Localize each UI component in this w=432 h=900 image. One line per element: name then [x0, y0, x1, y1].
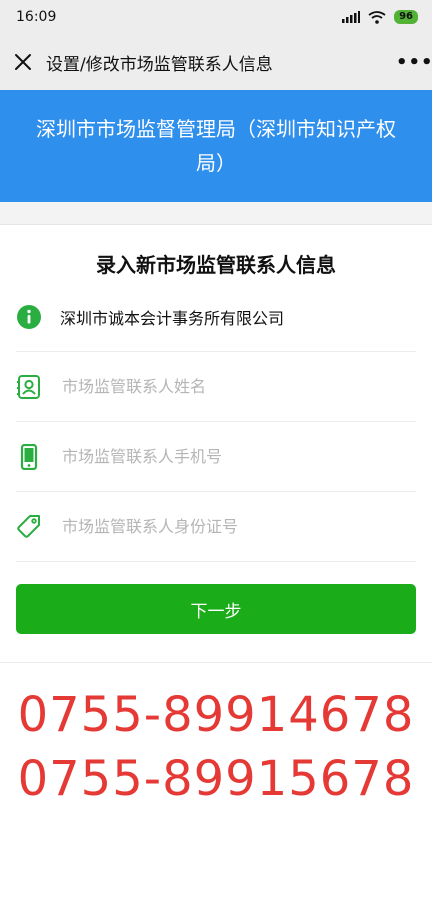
agency-name: 深圳市市场监督管理局（深圳市知识产权局）: [36, 117, 396, 175]
tag-icon: [16, 514, 42, 540]
company-row: 深圳市诚本会计事务所有限公司: [16, 282, 416, 352]
name-row: [16, 352, 416, 422]
button-area: 下一步: [0, 562, 432, 663]
section-gap: [0, 202, 432, 224]
close-icon[interactable]: [12, 51, 34, 73]
status-time: 16:09: [16, 9, 57, 25]
contact-form: 录入新市场监管联系人信息 深圳市诚本会计事务所有限公司: [0, 249, 432, 562]
info-icon: [16, 304, 42, 330]
phone-numbers: 0755-89914678 0755-89915678: [0, 663, 432, 811]
agency-banner: 深圳市市场监督管理局（深圳市知识产权局）: [0, 90, 432, 202]
signal-icon: [342, 11, 361, 23]
mobile-phone-icon: [16, 443, 42, 470]
nav-bar: 设置/修改市场监管联系人信息 •••: [0, 34, 432, 90]
contact-id-input[interactable]: [60, 516, 416, 537]
id-row: [16, 492, 416, 562]
status-icons: 96: [342, 10, 418, 24]
more-icon[interactable]: •••: [396, 52, 432, 73]
contact-phone-input[interactable]: [60, 446, 416, 467]
next-step-button[interactable]: 下一步: [16, 584, 416, 634]
contact-card-icon: [16, 374, 42, 400]
company-name: 深圳市诚本会计事务所有限公司: [60, 308, 285, 328]
phone-number-2: 0755-89915678: [17, 751, 415, 807]
divider: [0, 224, 432, 225]
phone-row: [16, 422, 416, 492]
phone-number-1: 0755-89914678: [17, 687, 415, 743]
status-bar: 16:09 96: [0, 0, 432, 34]
battery-icon: 96: [394, 10, 418, 24]
wifi-icon: [368, 10, 386, 24]
page-title: 设置/修改市场监管联系人信息: [46, 54, 273, 75]
form-heading: 录入新市场监管联系人信息: [96, 253, 336, 277]
contact-name-input[interactable]: [60, 376, 416, 397]
